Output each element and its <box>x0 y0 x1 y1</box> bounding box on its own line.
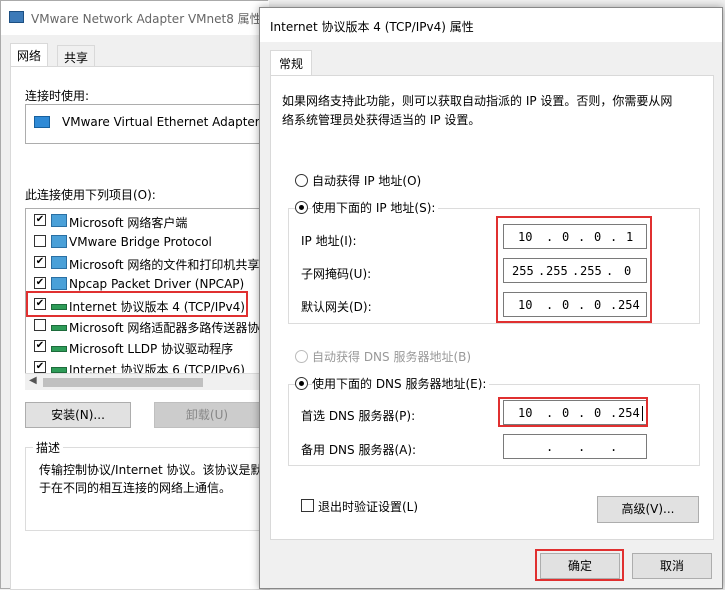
manual-dns-label[interactable]: 使用下面的 DNS 服务器地址(E): <box>312 375 490 392</box>
dns-highlight-box <box>498 397 648 427</box>
auto-ip-label[interactable]: 自动获得 IP 地址(O) <box>312 172 421 189</box>
validate-settings-label[interactable]: 退出时验证设置(L) <box>318 498 418 515</box>
list-item-label: Microsoft 网络适配器多路传送器协 <box>69 321 260 335</box>
checkbox[interactable]: ✔ <box>34 361 46 373</box>
ipv4-properties-dialog: Internet 协议版本 4 (TCP/IPv4) 属性 常规 如果网络支持此… <box>259 7 723 589</box>
intro-line: 络系统管理员处获得适当的 IP 设置。 <box>282 113 481 127</box>
list-item[interactable]: ✔ Microsoft 网络客户端 <box>26 211 264 232</box>
network-service-icon <box>51 256 67 269</box>
description-line: 于在不同的相互连接的网络上通信。 <box>39 481 232 495</box>
scrollbar-thumb[interactable] <box>43 378 203 387</box>
validate-settings-checkbox[interactable] <box>301 499 314 512</box>
description-text: 传输控制协议/Internet 协议。该协议是默 于在不同的相互连接的网络上通信… <box>39 461 263 497</box>
advanced-button[interactable]: 高级(V)... <box>597 496 699 523</box>
network-protocol-icon <box>51 235 67 248</box>
cancel-button[interactable]: 取消 <box>632 553 712 579</box>
list-item[interactable]: VMware Bridge Protocol <box>26 232 264 253</box>
adapter-properties-titlebar[interactable]: VMware Network Adapter VMnet8 属性 <box>1 1 269 35</box>
checkbox[interactable]: ✔ <box>34 277 46 289</box>
list-item-label: VMware Bridge Protocol <box>69 235 212 249</box>
auto-ip-radio[interactable] <box>295 174 308 187</box>
list-item[interactable]: ✔ Microsoft 网络的文件和打印机共享 <box>26 253 264 274</box>
checkbox[interactable] <box>34 235 46 247</box>
adapter-name: VMware Virtual Ethernet Adapter f <box>62 115 265 129</box>
adapter-properties-title: VMware Network Adapter VMnet8 属性 <box>31 12 262 26</box>
checkbox[interactable]: ✔ <box>34 214 46 226</box>
subnet-mask-label: 子网掩码(U): <box>301 267 372 281</box>
octet-separator: . <box>610 440 618 454</box>
manual-dns-radio[interactable] <box>295 377 308 390</box>
ip-settings-highlight-box <box>496 216 652 323</box>
ipv4-dialog-titlebar[interactable]: Internet 协议版本 4 (TCP/IPv4) 属性 <box>260 8 722 42</box>
ipv4-highlight-box <box>26 291 248 317</box>
auto-dns-label[interactable]: 自动获得 DNS 服务器地址(B) <box>312 348 471 365</box>
network-adapter-icon <box>9 11 24 23</box>
install-button[interactable]: 安装(N)... <box>25 402 131 428</box>
checkbox[interactable]: ✔ <box>34 256 46 268</box>
manual-ip-radio[interactable] <box>295 201 308 214</box>
auto-dns-radio[interactable] <box>295 350 308 363</box>
default-gateway-label: 默认网关(D): <box>301 300 372 314</box>
ok-highlight-box <box>535 549 624 581</box>
protocol-icon <box>51 346 67 352</box>
description-title: 描述 <box>33 439 64 456</box>
list-item-label: Npcap Packet Driver (NPCAP) <box>69 277 245 291</box>
ip-address-label: IP 地址(I): <box>301 234 357 248</box>
alternate-dns-input[interactable]: . . . <box>503 434 647 459</box>
alternate-dns-label: 备用 DNS 服务器(A): <box>301 443 417 457</box>
tab-network[interactable]: 网络 <box>10 43 49 67</box>
protocol-icon <box>51 325 67 331</box>
checkbox[interactable] <box>34 319 46 331</box>
horizontal-scrollbar[interactable]: ◀ <box>25 373 265 390</box>
list-item-label: Microsoft 网络的文件和打印机共享 <box>69 258 260 272</box>
network-card-icon <box>34 116 50 128</box>
tab-general[interactable]: 常规 <box>270 50 313 76</box>
uninstall-button[interactable]: 卸载(U) <box>154 402 260 428</box>
items-label: 此连接使用下列项目(O): <box>25 188 156 202</box>
intro-text: 如果网络支持此功能，则可以获取自动指派的 IP 设置。否则，你需要从网 络系统管… <box>282 92 672 130</box>
intro-line: 如果网络支持此功能，则可以获取自动指派的 IP 设置。否则，你需要从网 <box>282 94 673 108</box>
description-line: 传输控制协议/Internet 协议。该协议是默 <box>39 463 263 477</box>
list-item-label: Microsoft LLDP 协议驱动程序 <box>69 342 234 356</box>
network-driver-icon <box>51 277 67 290</box>
checkbox[interactable]: ✔ <box>34 340 46 352</box>
scroll-left-arrow-icon[interactable]: ◀ <box>29 375 37 386</box>
list-item[interactable]: Microsoft 网络适配器多路传送器协 <box>26 316 264 337</box>
adapter-properties-window: VMware Network Adapter VMnet8 属性 网络 共享 连… <box>0 0 270 590</box>
network-client-icon <box>51 214 67 227</box>
manual-ip-label[interactable]: 使用下面的 IP 地址(S): <box>312 199 439 216</box>
list-item-label: Microsoft 网络客户端 <box>69 216 188 230</box>
ipv4-dialog-title: Internet 协议版本 4 (TCP/IPv4) 属性 <box>270 20 474 34</box>
connect-using-label: 连接时使用: <box>25 89 90 103</box>
tab-sharing[interactable]: 共享 <box>57 45 96 67</box>
octet-separator: . <box>546 440 554 454</box>
preferred-dns-label: 首选 DNS 服务器(P): <box>301 409 416 423</box>
list-item[interactable]: ✔ Microsoft LLDP 协议驱动程序 <box>26 337 264 358</box>
octet-separator: . <box>578 440 586 454</box>
adapter-name-box: VMware Virtual Ethernet Adapter f <box>25 104 265 144</box>
